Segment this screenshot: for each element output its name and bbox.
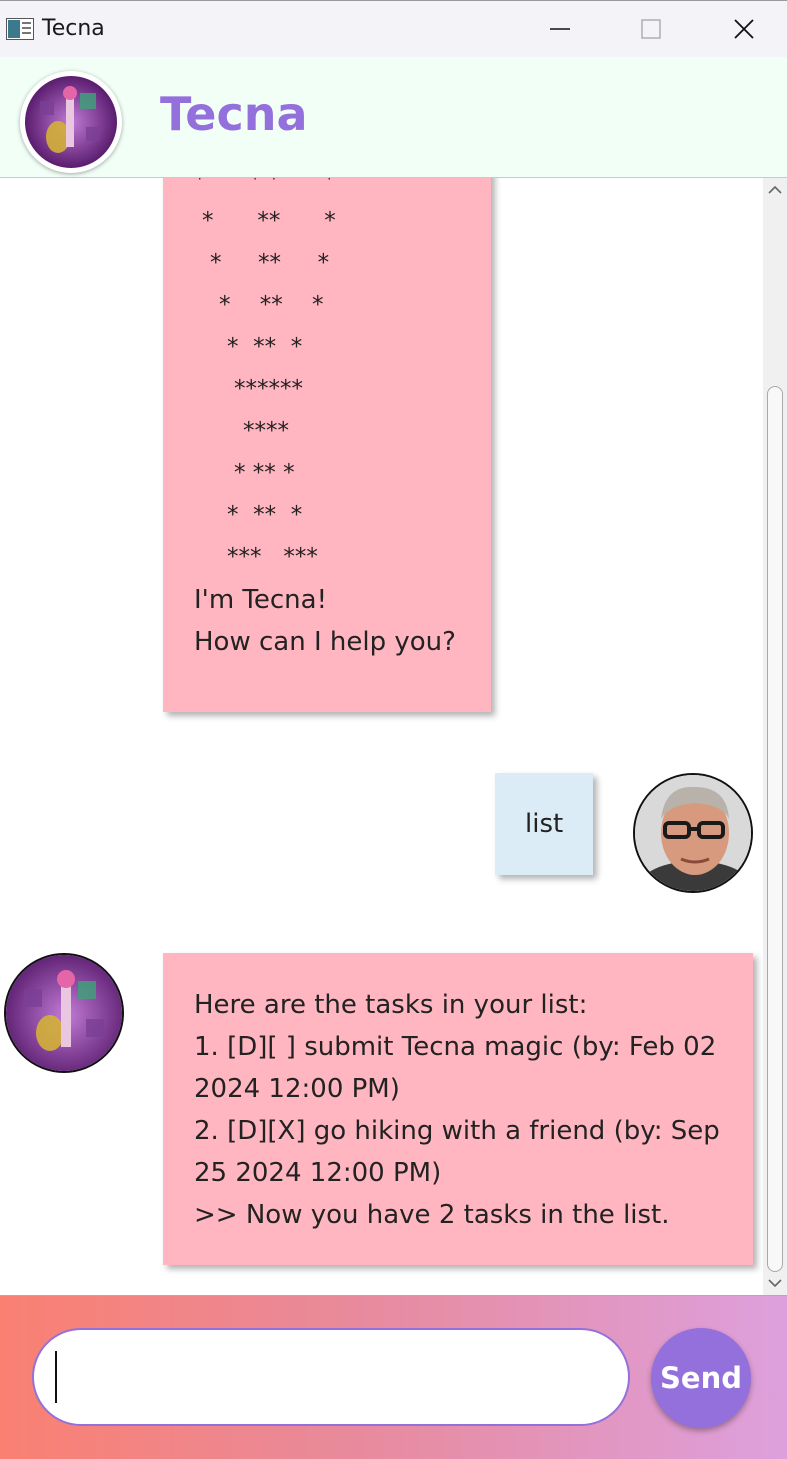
title-bar[interactable]: Tecna (0, 0, 787, 57)
window-title: Tecna (42, 16, 105, 41)
user-message-list: list (495, 773, 593, 875)
message-text-line: 2. [D][X] go hiking with a friend (by: S… (194, 1116, 720, 1146)
message-text-line: >> Now you have 2 tasks in the list. (194, 1200, 670, 1230)
maximize-icon (641, 19, 661, 39)
message-text-line: 25 2024 12:00 PM) (194, 1158, 442, 1188)
message-input[interactable] (32, 1328, 630, 1426)
maximize-button[interactable] (628, 9, 674, 49)
user-avatar (633, 773, 753, 893)
bot-message-list-response: Here are the tasks in your list: 1. [D][… (163, 953, 753, 1265)
message-text-line: 2024 12:00 PM) (194, 1074, 400, 1104)
ascii-art-line: * ** * (227, 334, 303, 360)
scrollbar-thumb[interactable] (767, 386, 783, 1272)
input-bar: Send (0, 1295, 787, 1459)
chat-header: Tecna (0, 57, 787, 178)
send-button[interactable]: Send (651, 1328, 751, 1428)
message-text-line: How can I help you? (194, 627, 456, 657)
ascii-art-line: *** *** (227, 544, 318, 570)
chat-scroll-area[interactable]: * * * * * ** * * ** * * ** * * ** * ****… (0, 178, 787, 1295)
bot-avatar (4, 953, 124, 1073)
close-button[interactable] (721, 9, 767, 49)
minimize-icon (550, 28, 570, 30)
scroll-up-icon[interactable] (767, 182, 783, 196)
vertical-scrollbar[interactable] (763, 178, 787, 1295)
ascii-art-line: * ** * (219, 292, 324, 318)
header-title: Tecna (160, 87, 308, 141)
message-text-line: 1. [D][ ] submit Tecna magic (by: Feb 02 (194, 1032, 717, 1062)
ascii-art-line: * ** * (210, 250, 330, 276)
message-text-line: list (525, 809, 564, 839)
ascii-art-line: * * * * (194, 178, 336, 192)
ascii-art-line: * ** * (227, 502, 303, 528)
text-caret (55, 1351, 57, 1403)
minimize-button[interactable] (537, 9, 583, 49)
app-window-icon (6, 18, 34, 40)
tecna-avatar (20, 71, 122, 173)
scroll-down-icon[interactable] (767, 1275, 783, 1289)
close-icon (734, 19, 754, 39)
ascii-art-line: * ** * (234, 460, 295, 486)
ascii-art-line: * ** * (202, 208, 336, 234)
app-window: Tecna Tecna * * * * * ** * * ** * * ** *… (0, 0, 787, 1459)
ascii-art-line: ****** (234, 376, 303, 402)
ascii-art-line: **** (243, 418, 289, 444)
message-text-line: Here are the tasks in your list: (194, 990, 588, 1020)
message-text-line: I'm Tecna! (194, 585, 327, 615)
bot-message-greeting: * * * * * ** * * ** * * ** * * ** * ****… (163, 178, 491, 712)
